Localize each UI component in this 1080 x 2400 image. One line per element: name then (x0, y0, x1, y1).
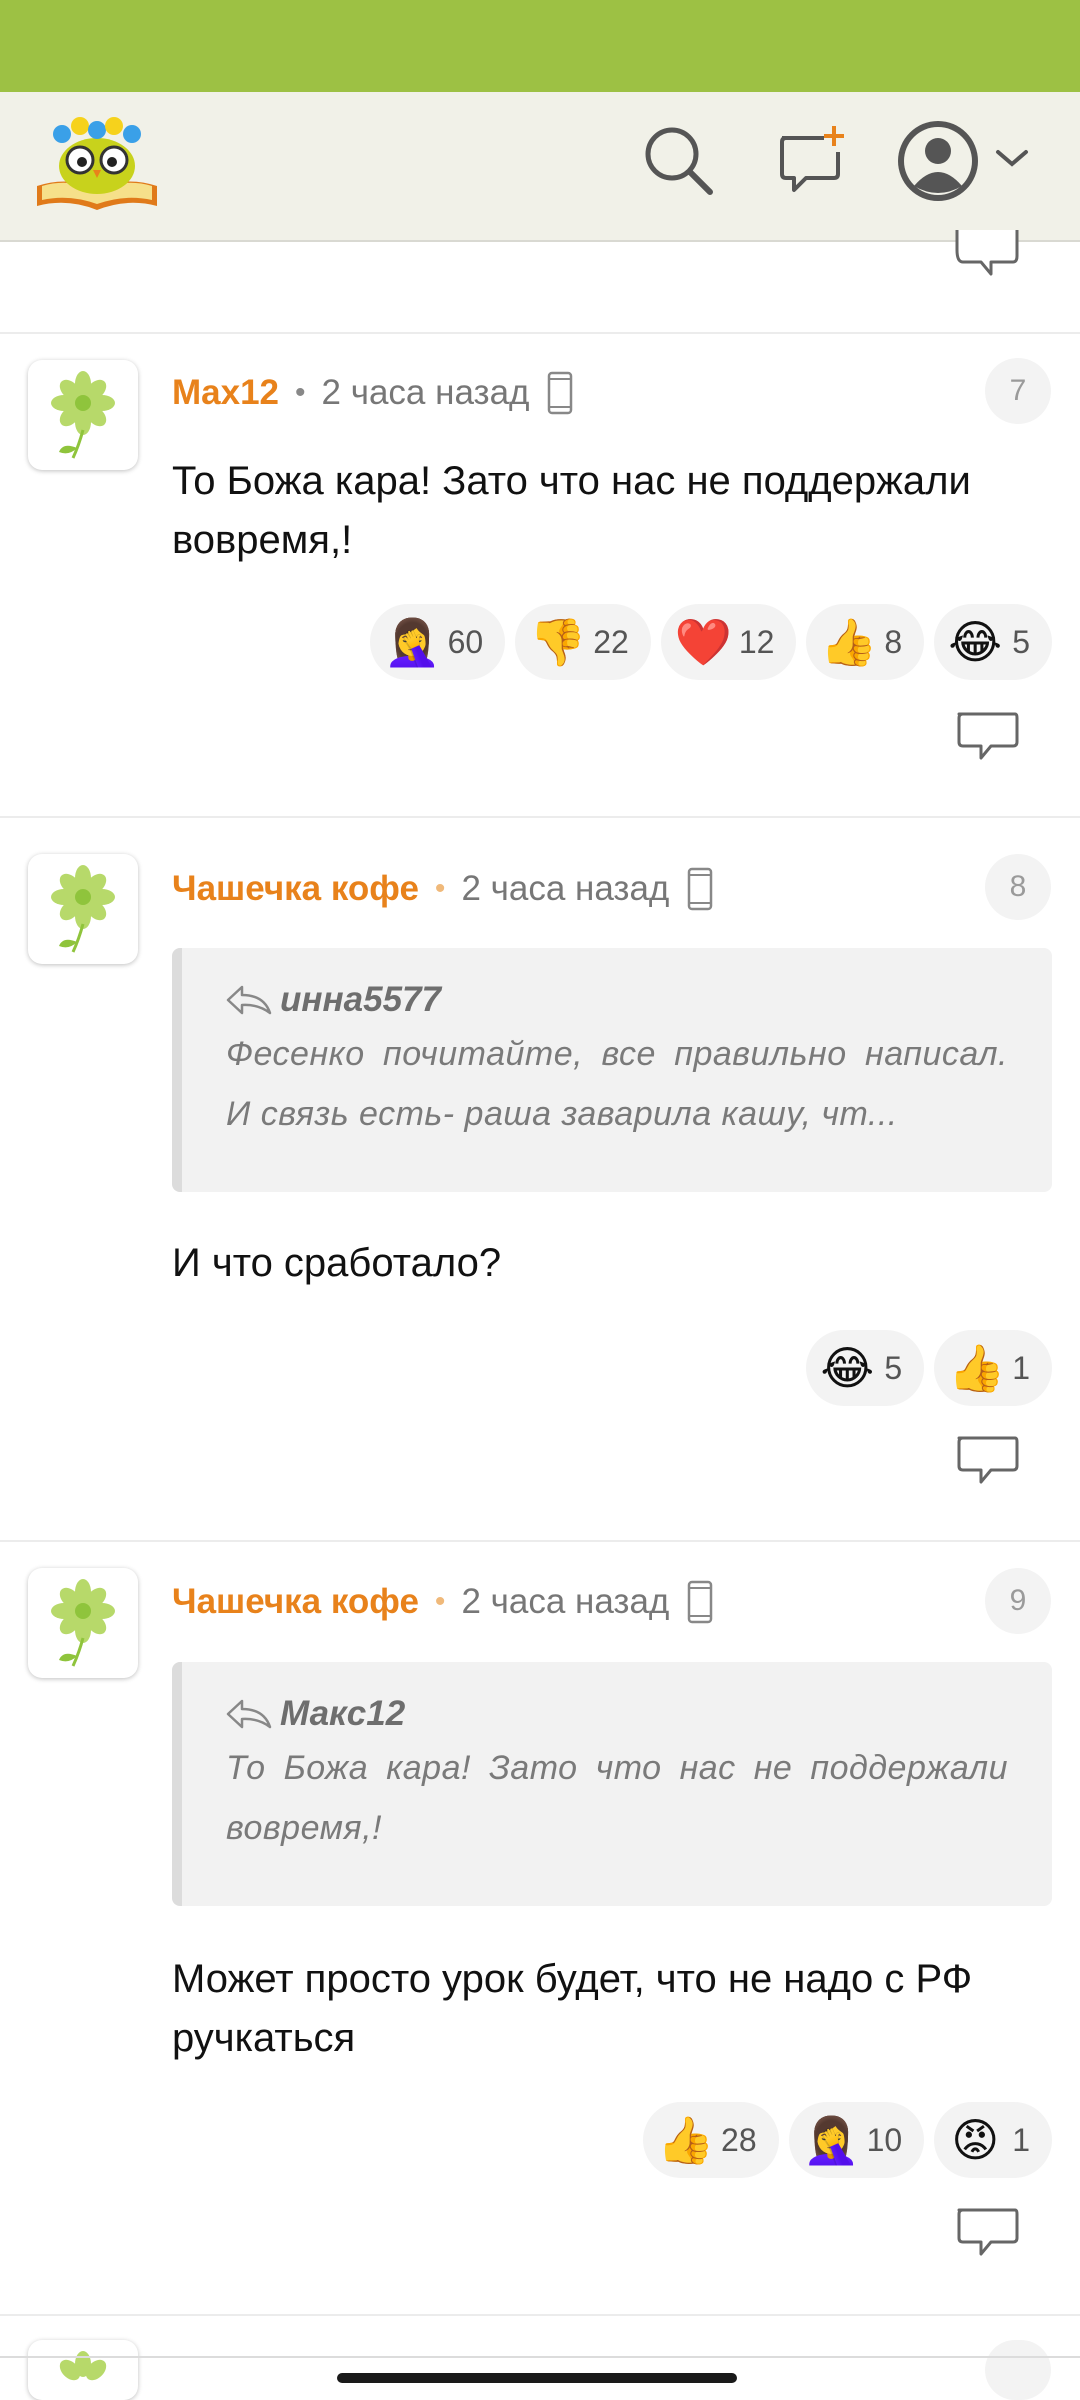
comment-text: Может просто урок будет, что не надо с Р… (172, 1957, 973, 2060)
comment-text: И что сработало? (172, 1241, 502, 1285)
reactions-bar: 🤦‍♀️ 60 👎 22 ❤️ 12 👍 8 😂 5 (369, 604, 1052, 680)
reply-arrow-icon (226, 1699, 272, 1729)
reaction-heart[interactable]: ❤️ 12 (660, 604, 797, 680)
reaction-count: 12 (738, 623, 775, 660)
comment-author[interactable]: Чашечка кофе (172, 869, 419, 909)
reaction-count: 1 (1012, 1349, 1030, 1386)
comment-author[interactable]: Max12 (172, 373, 279, 413)
reaction-count: 1 (1012, 2121, 1030, 2158)
reaction-laughing[interactable]: 😂 5 (934, 604, 1052, 680)
divider (0, 2314, 1080, 2316)
reaction-thumbs-down[interactable]: 👎 22 (515, 604, 651, 680)
comment-author[interactable]: Чашечка кофе (172, 1582, 419, 1622)
status-bar (0, 0, 1080, 92)
reactions-bar: 😂 5 👍 1 (806, 1330, 1052, 1406)
thumbs-up-emoji-icon: 👍 (657, 2114, 715, 2166)
avatar[interactable] (28, 360, 138, 470)
avatar[interactable] (28, 1568, 138, 1678)
user-avatar-icon (898, 121, 978, 201)
comment-number[interactable]: 7 (985, 358, 1051, 424)
thumbs-down-emoji-icon: 👎 (529, 616, 587, 668)
reaction-angry[interactable]: 😡 1 (934, 2102, 1052, 2178)
quote-author: Макс12 (280, 1694, 406, 1733)
comment-time: 2 часа назад (461, 1582, 670, 1621)
separator-dot: • (295, 376, 306, 409)
chevron-down-icon (996, 150, 1028, 167)
divider (0, 1540, 1080, 1542)
laughing-emoji-icon: 😂 (820, 1342, 875, 1394)
reply-arrow-icon (226, 985, 272, 1015)
reaction-count: 5 (884, 1349, 903, 1386)
avatar[interactable] (28, 854, 138, 964)
mobile-device-icon (548, 371, 573, 415)
reaction-count: 8 (884, 623, 903, 660)
heart-emoji-icon: ❤️ (674, 616, 733, 668)
quote-text: Фесенко почитайте, все правильно написал… (226, 1035, 1008, 1133)
reply-icon[interactable] (955, 226, 1019, 280)
owl-logo-icon[interactable] (32, 106, 162, 216)
comment-time: 2 часа назад (321, 373, 530, 412)
new-post-icon[interactable] (772, 122, 848, 198)
divider (0, 816, 1080, 818)
reaction-thumbs-up[interactable]: 👍 1 (934, 1330, 1052, 1406)
user-menu-button[interactable] (898, 118, 1038, 204)
separator-dot: • (434, 872, 446, 905)
quoted-comment[interactable]: инна5577 Фесенко почитайте, все правильн… (172, 948, 1052, 1192)
reaction-laughing[interactable]: 😂 5 (806, 1330, 925, 1406)
comment-text: То Божа кара! Зато что нас не поддержали… (172, 459, 971, 562)
reaction-count: 28 (721, 2121, 757, 2158)
reaction-count: 22 (593, 623, 629, 660)
separator-dot: • (434, 1585, 446, 1618)
reaction-facepalm[interactable]: 🤦‍♀️ 60 (369, 604, 506, 680)
home-indicator[interactable] (337, 2373, 737, 2383)
reaction-thumbs-up[interactable]: 👍 28 (643, 2102, 779, 2178)
laughing-emoji-icon: 😂 (948, 616, 1003, 668)
thumbs-up-emoji-icon: 👍 (820, 616, 878, 668)
reaction-count: 60 (447, 623, 484, 660)
app-header (0, 92, 1080, 242)
nav-bar-divider (0, 2356, 1080, 2358)
reaction-thumbs-up[interactable]: 👍 8 (806, 604, 925, 680)
thumbs-up-emoji-icon: 👍 (948, 1342, 1006, 1394)
reaction-facepalm[interactable]: 🤦‍♀️ 10 (788, 2102, 925, 2178)
angry-emoji-icon: 😡 (951, 2114, 1000, 2166)
quoted-comment[interactable]: Макс12 То Божа кара! Зато что нас не под… (172, 1662, 1052, 1906)
facepalm-emoji-icon: 🤦‍♀️ (802, 2114, 860, 2166)
comment-time: 2 часа назад (461, 869, 670, 908)
quote-author: инна5577 (280, 980, 441, 1019)
comment-number[interactable]: 9 (985, 1568, 1051, 1634)
reply-icon[interactable] (955, 710, 1019, 764)
search-icon[interactable] (640, 122, 716, 198)
mobile-device-icon (688, 867, 713, 911)
reaction-count: 10 (866, 2121, 903, 2158)
divider (0, 332, 1080, 334)
reply-icon[interactable] (955, 1434, 1019, 1488)
comment-number-partial[interactable] (985, 2340, 1051, 2400)
quote-text: То Божа кара! Зато что нас не поддержали… (226, 1749, 1008, 1847)
comment-number[interactable]: 8 (985, 854, 1051, 920)
reactions-bar: 👍 28 🤦‍♀️ 10 😡 1 (643, 2102, 1052, 2178)
reply-icon[interactable] (955, 2206, 1019, 2260)
reaction-count: 5 (1012, 623, 1030, 660)
avatar[interactable] (28, 2340, 138, 2400)
facepalm-emoji-icon: 🤦‍♀️ (383, 616, 441, 668)
mobile-device-icon (688, 1580, 713, 1624)
